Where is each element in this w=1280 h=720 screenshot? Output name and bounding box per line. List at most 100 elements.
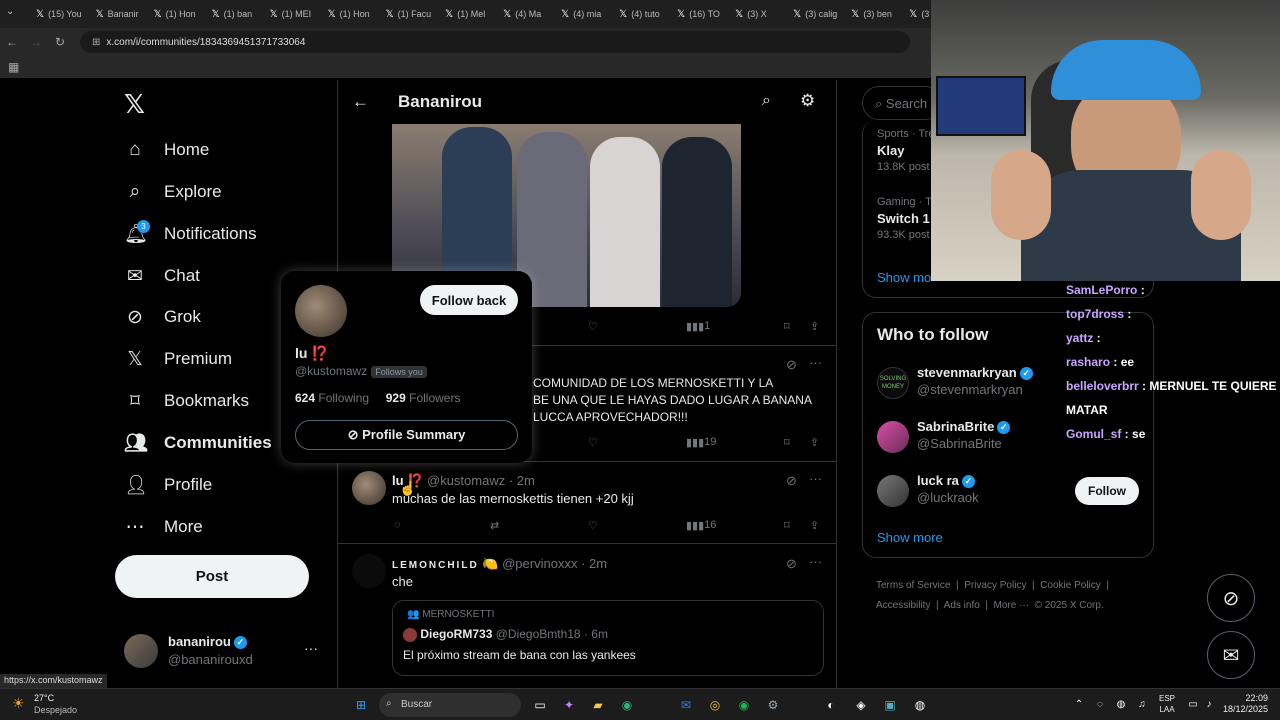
app-icon[interactable]: ◍ [911,696,929,714]
more-dots-icon[interactable]: ··· [304,640,318,656]
trend-item[interactable]: Sports · Tre Klay 13.8K post [877,128,934,173]
grok-icon[interactable]: ⊘ [786,357,797,373]
footer-link[interactable]: Privacy Policy [964,580,1026,591]
x-logo-icon[interactable]: 𝕏 [124,90,145,120]
show-more-trends-link[interactable]: Show mo [877,270,931,285]
search-input[interactable]: ⌕ Search [862,86,942,120]
app-icon[interactable]: ◈ [852,696,870,714]
browser-tab[interactable]: 𝕏 (1) Facu [380,2,438,26]
nav-item-premium[interactable]: 𝕏 Premium [124,344,232,374]
nav-item-chat[interactable]: ✉ Chat [124,261,200,291]
footer-link[interactable]: More ··· [994,600,1030,611]
repost-icon[interactable]: ⇄ [490,519,499,532]
browser-tab[interactable]: 𝕏 Bananir [90,2,146,26]
follow-back-button[interactable]: Follow back [420,285,518,315]
account-switcher[interactable]: bananirou ✓ @bananirouxd ··· [124,632,324,672]
grok-fab-icon[interactable]: ⊘ [1207,574,1255,622]
tab-search-icon[interactable]: ⌄ [6,6,14,17]
share-icon[interactable]: ⇪ [810,519,819,532]
back-nav-icon[interactable]: ← [0,35,24,49]
like-icon[interactable]: ♡ [588,519,598,532]
reload-icon[interactable]: ↻ [48,35,72,49]
more-dots-icon[interactable]: ··· [809,355,822,370]
nav-item-bookmarks[interactable]: ⌑ Bookmarks [124,386,249,416]
browser-tab[interactable]: 𝕏 (4) Ma [497,2,553,26]
avatar[interactable] [352,554,386,588]
more-dots-icon[interactable]: ··· [809,554,822,569]
browser-tab[interactable]: 𝕏 (16) TO [671,2,727,26]
site-info-icon[interactable]: ⊞ [92,37,100,48]
copilot-icon[interactable]: ✦ [560,696,578,714]
task-view-icon[interactable]: ▭ [531,696,549,714]
outlook-icon[interactable]: ✉ [677,696,695,714]
browser-tab[interactable]: 𝕏 (3) calig [787,2,843,26]
forward-nav-icon[interactable]: → [24,35,48,49]
show-more-link[interactable]: Show more [877,530,943,545]
nav-item-notifications[interactable]: 🔔︎ 3 Notifications [124,219,257,249]
weather-widget[interactable]: ☀ 27°C Despejado [12,692,92,718]
footer-link[interactable]: Ads info [944,600,980,611]
bookmark-icon[interactable]: ⌑ [784,519,790,532]
following-link[interactable]: 624 Following [295,391,369,405]
steam-icon[interactable]: ⚙ [764,696,782,714]
edge-icon[interactable]: ◉ [618,696,636,714]
browser-tab[interactable]: 𝕏 (4) mia [555,2,611,26]
browser-tab[interactable]: 𝕏 (1) Mel [439,2,495,26]
spotify-icon[interactable]: ◉ [735,696,753,714]
footer-link[interactable]: Accessibility [876,600,930,611]
follow-button[interactable]: Follow [1075,477,1139,505]
browser-tab[interactable]: 𝕏 (15) You [30,2,88,26]
search-icon[interactable]: ⌕ [762,92,771,110]
browser-tab[interactable]: 𝕏 (1) Hon [148,2,204,26]
back-arrow-icon[interactable]: ← [352,92,369,112]
tray-chevron-icon[interactable]: ⌃ [1070,696,1088,714]
taskbar-search[interactable]: ⌕ Buscar [379,693,521,717]
grok-icon[interactable]: ⊘ [786,473,797,489]
tweet-time[interactable]: · 2m [509,473,535,488]
views-icon[interactable]: ▮▮▮ 16 [686,519,716,532]
gear-icon[interactable]: ⚙ [800,91,815,111]
browser-tab[interactable]: 𝕏 (1) ban [206,2,262,26]
windows-start-icon[interactable]: ⊞ [352,696,370,714]
bookmark-icon[interactable]: ⌑ [784,320,790,333]
browser-tab[interactable]: 𝕏 (3) ben [845,2,901,26]
like-icon[interactable]: ♡ [588,320,598,333]
followers-link[interactable]: 929 Followers [386,391,461,405]
app-icon[interactable]: ▣ [881,696,899,714]
nav-item-home[interactable]: ⌂ Home [124,135,209,165]
like-icon[interactable]: ♡ [588,436,598,449]
browser-tab[interactable]: 𝕏 (1) Hon [322,2,378,26]
author-handle[interactable]: @pervinoxxx [502,556,577,571]
nav-item-communities[interactable]: 👥︎ Communities [124,428,272,458]
views-icon[interactable]: ▮▮▮ 19 [686,436,716,449]
author-handle[interactable]: @kustomawz [427,473,505,488]
bookmark-icon[interactable]: ⌑ [784,436,790,449]
avatar[interactable] [352,471,386,505]
messages-fab-icon[interactable]: ✉ [1207,631,1255,679]
reply-icon[interactable]: ◌ [394,519,401,531]
nav-item-more[interactable]: ⋯ More [124,512,203,542]
tweet-time[interactable]: · 2m [581,556,607,571]
microphone-icon[interactable]: ♫ [1133,696,1151,714]
hovercard-name[interactable]: lu [295,345,307,361]
url-field[interactable]: ⊞ x.com/i/communities/183436945137173306… [80,31,910,53]
chrome-icon[interactable]: ◎ [706,696,724,714]
share-icon[interactable]: ⇪ [810,436,819,449]
browser-tab[interactable]: 𝕏 (3) X [729,2,785,26]
grok-icon[interactable]: ⊘ [786,556,797,572]
footer-link[interactable]: Terms of Service [876,580,950,591]
share-icon[interactable]: ⇪ [810,320,819,333]
quoted-tweet[interactable]: 👥 MERNOSKETTI DiegoRM733 @DiegoBmth18 · … [392,600,824,676]
profile-summary-button[interactable]: ⊘ Profile Summary [295,420,518,450]
nav-item-profile[interactable]: 👤︎ Profile [124,470,212,500]
nav-item-grok[interactable]: ⊘ Grok [124,302,201,332]
author-name[interactable]: LEMONCHILD [392,560,479,571]
suggestion-item[interactable]: luck ra ✓ @luckraok Follow [877,473,1139,513]
app-icon[interactable]: ◐ [822,696,840,714]
nav-item-explore[interactable]: ⌕ Explore [124,177,222,207]
tray-app-icon[interactable]: ◌ [1091,696,1109,714]
footer-link[interactable]: Cookie Policy [1040,580,1101,591]
hovercard-handle[interactable]: @kustomawz [295,364,367,378]
browser-tab[interactable]: 𝕏 (4) tuto [613,2,669,26]
more-dots-icon[interactable]: ··· [809,471,822,486]
